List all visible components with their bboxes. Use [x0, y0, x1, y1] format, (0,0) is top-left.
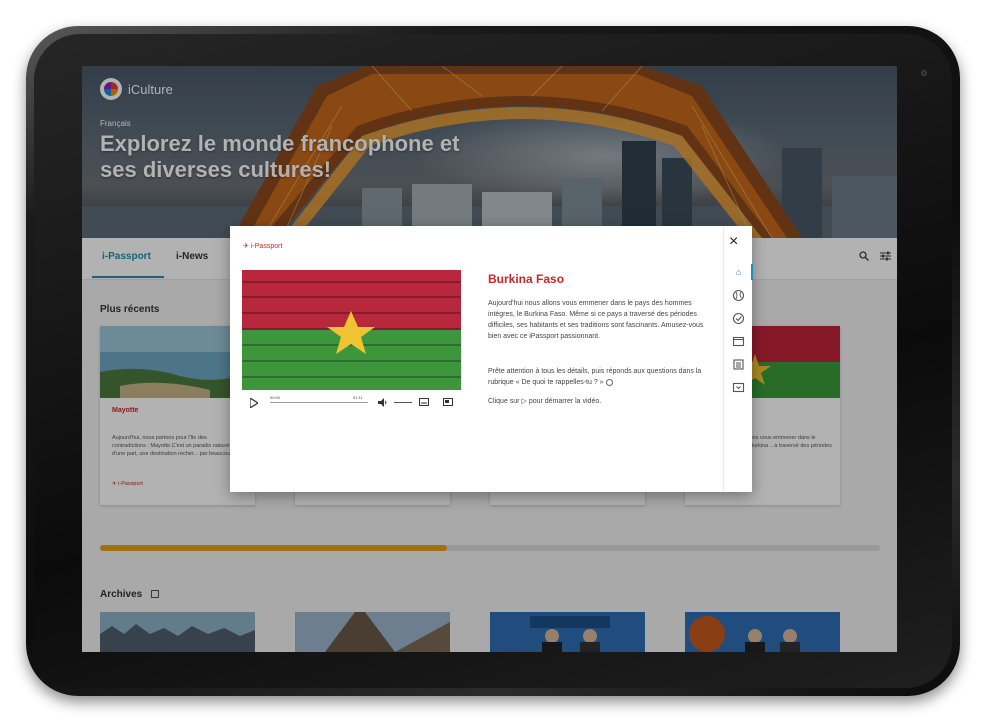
- instruction-text: Prête attention à tous les détails, puis…: [488, 368, 702, 386]
- modal-play-hint: Clique sur ▷ pour démarrer la vidéo.: [488, 396, 710, 407]
- modal-side-rail: ⌂: [723, 226, 753, 492]
- check-circle-icon: [605, 378, 613, 386]
- check-circle-icon[interactable]: [732, 312, 745, 325]
- seek-bar[interactable]: [270, 402, 368, 403]
- list-icon[interactable]: [732, 358, 745, 371]
- close-icon: ×: [729, 233, 739, 250]
- modal-title: Burkina Faso: [488, 272, 565, 286]
- app-screen: iCulture Français Explorez le monde fran…: [82, 66, 897, 652]
- play-icon[interactable]: [250, 398, 258, 408]
- play-hint-icon: ▷: [521, 398, 527, 405]
- duration: 07:11: [353, 395, 363, 400]
- modal-intro-text: Aujourd'hui nous allons vous emmener dan…: [488, 300, 704, 340]
- fullscreen-icon[interactable]: [443, 398, 453, 406]
- window-icon[interactable]: [732, 335, 745, 348]
- burkina-flag-video[interactable]: [242, 270, 461, 390]
- volume-icon[interactable]: [378, 398, 387, 407]
- close-button[interactable]: ×: [729, 234, 738, 250]
- captions-icon[interactable]: [419, 398, 429, 406]
- download-icon[interactable]: [732, 381, 745, 394]
- plane-icon: ✈: [243, 243, 249, 250]
- rail-active-indicator: [751, 264, 753, 280]
- home-icon[interactable]: ⌂: [732, 266, 745, 279]
- play-hint-pre: Clique sur: [488, 398, 520, 405]
- modal-instruction-text: Prête attention à tous les détails, puis…: [488, 366, 710, 388]
- volume-slider[interactable]: [394, 402, 412, 403]
- modal-brand: ✈ i-Passport: [243, 242, 283, 251]
- camera-icon: [921, 70, 927, 76]
- globe-icon[interactable]: [732, 289, 745, 302]
- play-hint-post: pour démarrer la vidéo.: [528, 398, 602, 405]
- video-player-controls: 00:00 07:11: [242, 392, 461, 414]
- ipassport-modal: ✈ i-Passport 00:00 07:11 Burkina Faso Au…: [230, 226, 753, 492]
- current-time: 00:00: [270, 395, 281, 400]
- modal-brand-label: i-Passport: [250, 242, 283, 250]
